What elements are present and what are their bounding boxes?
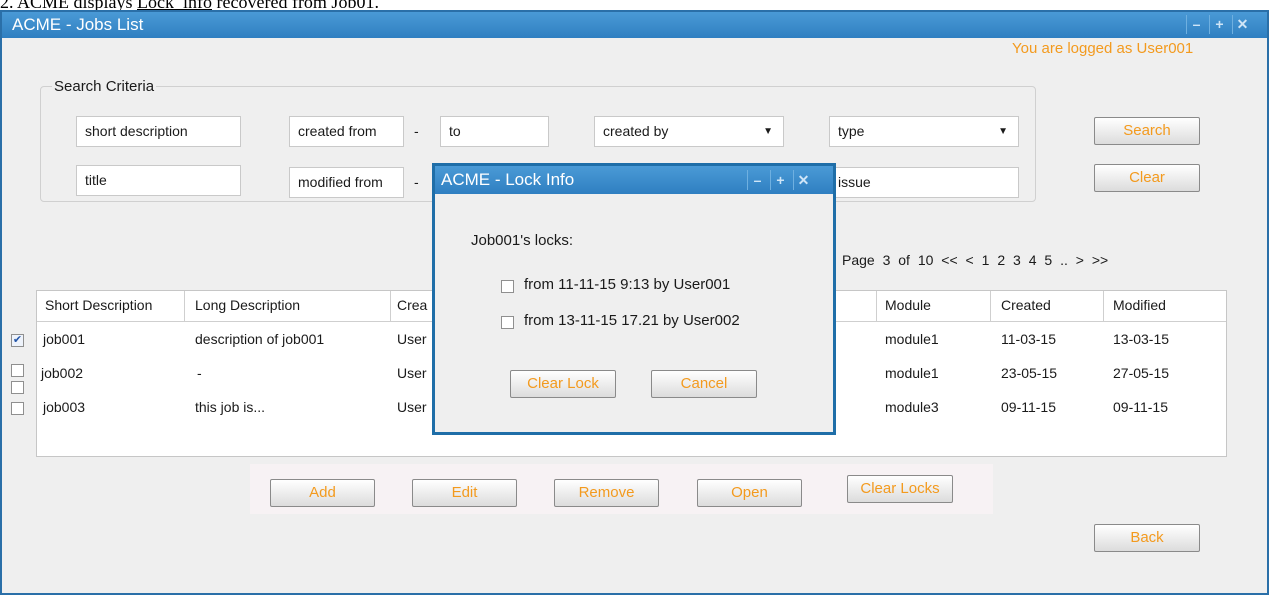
clear-button[interactable]: Clear	[1094, 164, 1200, 192]
created-range-dash: -	[414, 123, 419, 139]
column-header-created-by[interactable]: Crea	[397, 297, 427, 313]
clear-lock-button[interactable]: Clear Lock	[510, 370, 616, 398]
column-divider	[184, 291, 185, 321]
title-input[interactable]: title	[76, 165, 241, 196]
modified-range-dash: -	[414, 174, 419, 190]
back-button[interactable]: Back	[1094, 524, 1200, 552]
column-divider	[876, 291, 877, 321]
type-select[interactable]: type ▼	[829, 116, 1019, 147]
minimize-icon[interactable]: –	[747, 170, 767, 190]
column-header-created[interactable]: Created	[1001, 297, 1051, 313]
row-2-checkbox-extra[interactable]	[11, 381, 24, 394]
column-divider	[390, 291, 391, 321]
row-3-created: 09-11-15	[1001, 399, 1057, 415]
page-link-1[interactable]: 1	[982, 252, 990, 268]
prev-page-link[interactable]: <	[966, 252, 974, 268]
lock-2-checkbox[interactable]	[501, 316, 514, 329]
row-3-modified: 09-11-15	[1113, 399, 1169, 415]
row-1-module: module1	[885, 331, 939, 347]
cancel-button[interactable]: Cancel	[651, 370, 757, 398]
pagination: Page 3 of 10 << < 1 2 3 4 5 .. > >>	[842, 252, 1108, 268]
row-3-created-by: User	[397, 399, 427, 415]
created-by-value: created by	[603, 123, 669, 139]
issue-value: issue	[838, 174, 871, 190]
row-1-created: 11-03-15	[1001, 331, 1057, 347]
remove-button[interactable]: Remove	[554, 479, 659, 507]
row-3-module: module3	[885, 399, 939, 415]
row-3-checkbox[interactable]	[11, 402, 24, 415]
page-link-4[interactable]: 4	[1029, 252, 1037, 268]
created-to-input[interactable]: to	[440, 116, 549, 147]
row-1-short[interactable]: job001	[43, 331, 85, 347]
row-2-module: module1	[885, 365, 939, 381]
maximize-icon[interactable]: +	[770, 170, 790, 190]
chevron-down-icon: ▼	[998, 126, 1008, 137]
lock-info-dialog: ACME - Lock Info – + ✕ Job001's locks: f…	[432, 163, 836, 435]
dialog-title: ACME - Lock Info	[441, 170, 575, 189]
row-3-short[interactable]: job003	[43, 399, 85, 415]
page-indicator: Page 3 of 10	[842, 252, 934, 268]
maximize-icon[interactable]: +	[1209, 15, 1229, 34]
created-by-select[interactable]: created by ▼	[594, 116, 784, 147]
column-header-long-description[interactable]: Long Description	[195, 297, 300, 313]
issue-input[interactable]: issue	[829, 167, 1019, 198]
row-1-checkbox[interactable]: ✔	[11, 334, 24, 347]
next-page-link[interactable]: >	[1076, 252, 1084, 268]
dialog-titlebar: ACME - Lock Info – + ✕	[435, 166, 833, 194]
search-criteria-legend: Search Criteria	[52, 78, 157, 95]
row-1-long: description of job001	[195, 331, 325, 347]
column-header-module[interactable]: Module	[885, 297, 931, 313]
row-2-created: 23-05-15	[1001, 365, 1058, 381]
locks-heading: Job001's locks:	[471, 232, 574, 249]
first-page-link[interactable]: <<	[941, 252, 957, 268]
chevron-down-icon: ▼	[763, 126, 773, 137]
last-page-link[interactable]: >>	[1092, 252, 1108, 268]
row-3-long: this job is...	[195, 399, 266, 415]
modified-from-input[interactable]: modified from	[289, 167, 404, 198]
edit-button[interactable]: Edit	[412, 479, 517, 507]
row-2-long: -	[197, 365, 202, 381]
row-2-created-by: User	[397, 365, 427, 381]
row-1-created-by: User	[397, 331, 427, 347]
lock-1-label: from 11-11-15 9:13 by User001	[524, 276, 731, 293]
page-link-3[interactable]: 3	[1013, 252, 1021, 268]
add-button[interactable]: Add	[270, 479, 375, 507]
close-icon[interactable]: ✕	[1232, 15, 1252, 34]
row-2-checkbox[interactable]	[11, 364, 24, 377]
column-divider	[990, 291, 991, 321]
close-icon[interactable]: ✕	[793, 170, 813, 190]
column-header-short-description[interactable]: Short Description	[45, 297, 152, 313]
row-2-short[interactable]: job002	[41, 365, 83, 381]
row-2-modified: 27-05-15	[1113, 365, 1170, 381]
search-button[interactable]: Search	[1094, 117, 1200, 145]
created-from-input[interactable]: created from	[289, 116, 404, 147]
lock-2-label: from 13-11-15 17.21 by User002	[524, 312, 740, 329]
column-divider	[1103, 291, 1104, 321]
clear-locks-button[interactable]: Clear Locks	[847, 475, 953, 503]
lock-1-checkbox[interactable]	[501, 280, 514, 293]
page-ellipsis: ..	[1060, 252, 1068, 268]
page-link-5[interactable]: 5	[1044, 252, 1052, 268]
page-link-2[interactable]: 2	[997, 252, 1005, 268]
type-value: type	[838, 123, 865, 139]
row-1-modified: 13-03-15	[1113, 331, 1170, 347]
open-button[interactable]: Open	[697, 479, 802, 507]
short-description-input[interactable]: short description	[76, 116, 241, 147]
window-titlebar: ACME - Jobs List – + ✕	[2, 12, 1267, 38]
column-header-modified[interactable]: Modified	[1113, 297, 1166, 313]
minimize-icon[interactable]: –	[1186, 15, 1206, 34]
logged-in-user: You are logged as User001	[1012, 40, 1194, 57]
window-title: ACME - Jobs List	[12, 15, 144, 34]
